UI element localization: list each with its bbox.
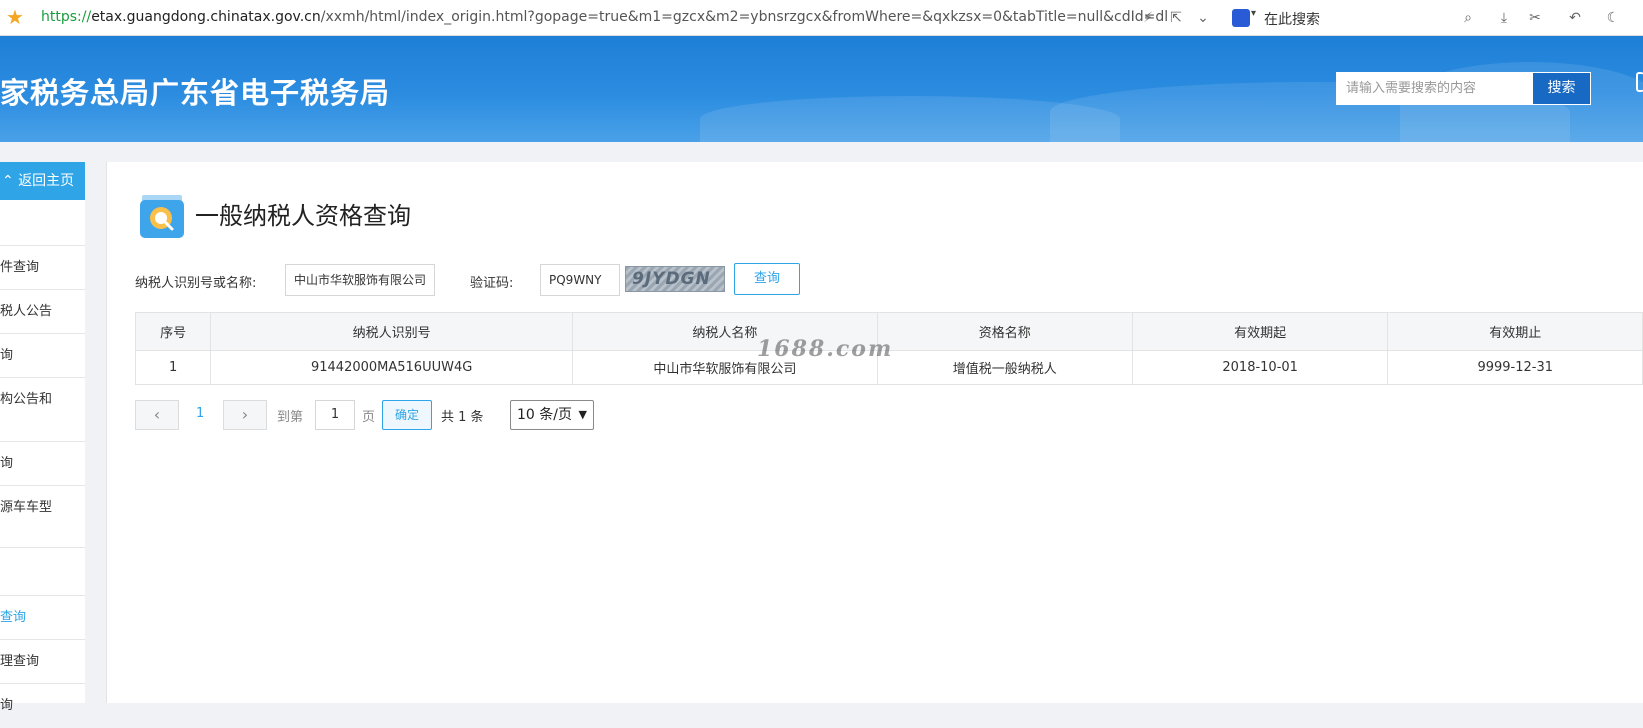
back-home-label: 返回主页 xyxy=(18,173,75,189)
main-panel: 一般纳税人资格查询 纳税人识别号或名称: 中山市华软服饰有限公司 验证码: PQ… xyxy=(106,162,1643,703)
site-title: 家税务总局广东省电子税务局 xyxy=(0,76,391,110)
sidebar-item[interactable]: 件查询 xyxy=(0,246,85,290)
url-host: etax.guangdong.chinatax.gov.cn xyxy=(91,9,321,25)
table-cell: 增值税一般纳税人 xyxy=(876,350,1133,385)
table-cell: 9999-12-31 xyxy=(1387,350,1643,385)
total-count: 共 1 条 xyxy=(441,410,484,425)
url-path: /xxmh/html/index_origin.html?gopage=true… xyxy=(320,9,1169,25)
scissors-icon[interactable]: ✂ xyxy=(1525,8,1545,28)
chevron-right-icon: › xyxy=(241,405,249,424)
query-button[interactable]: 查询 xyxy=(734,263,800,295)
chevron-down-icon[interactable]: ⌄ xyxy=(1193,8,1213,28)
sidebar-item[interactable]: 询 xyxy=(0,684,85,728)
sidebar-item[interactable]: 询 xyxy=(0,442,85,486)
sidebar-item-label: 件查询 xyxy=(0,260,40,275)
taxpayer-input[interactable]: 中山市华软服饰有限公司 xyxy=(285,264,435,296)
column-header: 资格名称 xyxy=(876,312,1133,351)
sidebar-item-label: 源车车型 xyxy=(0,500,53,515)
sidebar-item[interactable]: 询 xyxy=(0,334,85,378)
home-icon: ⌃ xyxy=(2,173,14,189)
taxpayer-label: 纳税人识别号或名称: xyxy=(135,276,257,291)
sidebar-item[interactable] xyxy=(0,548,85,596)
chevron-left-icon: ‹ xyxy=(153,405,161,424)
search-engine-icon[interactable] xyxy=(1232,9,1250,27)
sidebar-item-label: 查询 xyxy=(0,610,27,625)
query-page-icon xyxy=(140,195,184,238)
page-size-select[interactable]: 10 条/页 ▼ xyxy=(510,400,594,430)
sidebar-item[interactable]: 理查询 xyxy=(0,640,85,684)
address-bar[interactable]: https://etax.guangdong.chinatax.gov.cn/x… xyxy=(41,9,1168,25)
sidebar-item-label: 询 xyxy=(0,456,14,471)
sidebar-item[interactable]: 构公告和 xyxy=(0,378,85,442)
sidebar-item-label: 询 xyxy=(0,698,14,713)
browser-toolbar: ★ https://etax.guangdong.chinatax.gov.cn… xyxy=(0,0,1643,36)
next-page-button[interactable]: › xyxy=(223,400,267,430)
header-banner: 家税务总局广东省电子税务局 请输入需要搜索的内容 搜索 xyxy=(0,36,1643,142)
back-home-button[interactable]: ⌃ 返回主页 xyxy=(0,162,85,200)
sidebar-item-label: 询 xyxy=(0,348,14,363)
sidebar-item-label: 理查询 xyxy=(0,654,40,669)
sidebar-item[interactable] xyxy=(0,200,85,246)
sidebar-item-active[interactable]: 查询 xyxy=(0,596,85,640)
moon-icon[interactable]: ☾ xyxy=(1603,8,1623,28)
caret-down-icon[interactable]: ▾ xyxy=(1251,8,1256,19)
sidebar-item[interactable]: 源车车型 xyxy=(0,486,85,548)
table-cell: 1 xyxy=(134,350,212,385)
captcha-image[interactable]: 9JYDGN xyxy=(625,266,725,292)
sidebar-item-label: 构公告和 xyxy=(0,392,53,407)
column-header: 序号 xyxy=(134,312,212,351)
sidebar-item[interactable]: 税人公告 xyxy=(0,290,85,334)
prev-page-button[interactable]: ‹ xyxy=(135,400,179,430)
captcha-input[interactable]: PQ9WNY xyxy=(540,264,620,296)
watermark-text: 1688.com xyxy=(757,336,894,362)
download-icon[interactable]: ⤓ xyxy=(1494,8,1514,28)
column-header: 纳税人识别号 xyxy=(210,312,574,351)
star-icon[interactable]: ★ xyxy=(6,6,28,28)
page-title: 一般纳税人资格查询 xyxy=(195,202,411,230)
table-cell: 91442000MA516UUW4G xyxy=(210,350,574,385)
goto-label: 到第 xyxy=(277,410,304,425)
site-search-input[interactable]: 请输入需要搜索的内容 xyxy=(1336,72,1532,105)
current-page-number[interactable]: 1 xyxy=(196,406,204,421)
captcha-label: 验证码: xyxy=(470,276,514,291)
chevron-down-icon: ▼ xyxy=(578,408,587,421)
search-icon[interactable]: ⌕ xyxy=(1458,8,1478,28)
page-unit-label: 页 xyxy=(362,410,376,425)
site-search-button[interactable]: 搜索 xyxy=(1532,72,1591,105)
login-icon[interactable] xyxy=(1636,72,1643,92)
table-cell: 2018-10-01 xyxy=(1131,350,1389,385)
browser-search-input[interactable]: 在此搜索 xyxy=(1264,9,1320,29)
sidebar: ⌃ 返回主页 件查询 税人公告 询 构公告和 询 源车车型 查询 理查询 询 xyxy=(0,162,85,713)
site-search: 请输入需要搜索的内容 搜索 xyxy=(1336,72,1591,105)
url-protocol: https:// xyxy=(41,9,92,25)
share-icon[interactable]: ⇱ xyxy=(1166,8,1186,28)
column-header: 有效期止 xyxy=(1387,312,1643,351)
page-size-value: 10 条/页 xyxy=(517,407,572,423)
goto-page-input[interactable]: 1 xyxy=(315,400,355,430)
undo-icon[interactable]: ↶ xyxy=(1565,8,1585,28)
sidebar-item-label: 税人公告 xyxy=(0,304,53,319)
goto-confirm-button[interactable]: 确定 xyxy=(382,400,432,430)
column-header: 有效期起 xyxy=(1131,312,1389,351)
lightning-icon[interactable]: ⚡ xyxy=(1138,8,1158,28)
